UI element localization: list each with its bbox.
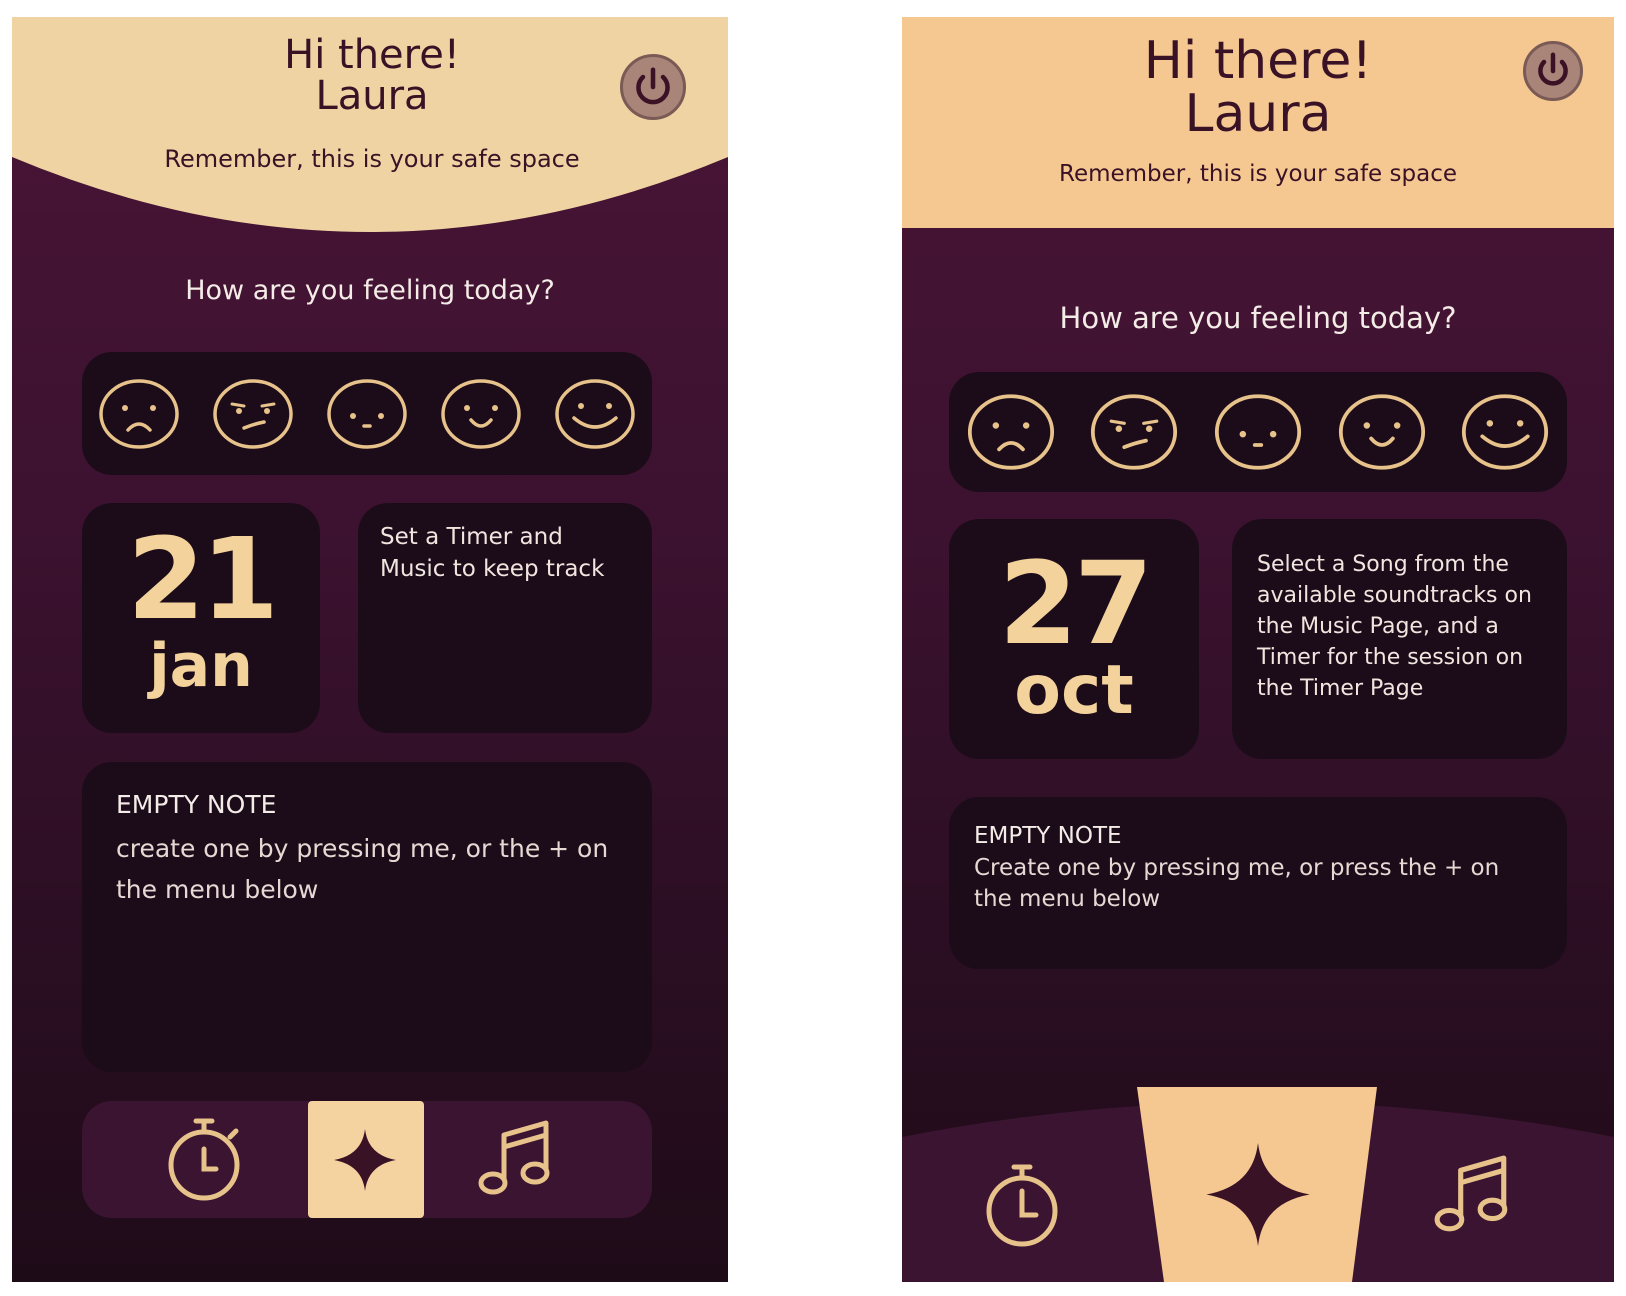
- date-card: 27 oct: [949, 519, 1199, 759]
- greeting-text: Hi there!: [1143, 31, 1373, 91]
- sparkle-icon[interactable]: [332, 1127, 398, 1193]
- very-happy-face-icon[interactable]: [1460, 393, 1550, 471]
- power-icon: [636, 67, 670, 105]
- power-icon: [1538, 52, 1568, 86]
- neutral-face-icon[interactable]: [1213, 393, 1303, 471]
- note-card[interactable]: EMPTY NOTE Create one by pressing me, or…: [949, 797, 1567, 969]
- date-card: 21 jan: [82, 503, 320, 733]
- happy-face-icon[interactable]: [1337, 393, 1427, 471]
- home-screen-variant-b: Hi there! Laura Remember, this is your s…: [902, 17, 1614, 1282]
- date-day: 21: [127, 515, 279, 645]
- neutral-face-icon[interactable]: [326, 378, 408, 450]
- safe-space-subtitle: Remember, this is your safe space: [1059, 161, 1457, 187]
- very-sad-face-icon[interactable]: [98, 378, 180, 450]
- mood-question: How are you feeling today?: [185, 275, 555, 306]
- greeting-text: Hi there!: [284, 32, 460, 78]
- very-happy-face-icon[interactable]: [554, 378, 636, 450]
- very-sad-face-icon[interactable]: [966, 393, 1056, 471]
- mood-question: How are you feeling today?: [1059, 301, 1457, 335]
- note-title: EMPTY NOTE: [974, 823, 1122, 849]
- power-button[interactable]: [620, 54, 686, 120]
- tip-text: Set a Timer and Music to keep track: [380, 524, 605, 582]
- music-note-icon[interactable]: [1432, 1150, 1514, 1240]
- greeting-title: Hi there! Laura: [1008, 34, 1508, 145]
- stopwatch-icon[interactable]: [162, 1115, 246, 1203]
- unsure-face-icon[interactable]: [212, 378, 294, 450]
- power-button[interactable]: [1523, 41, 1583, 101]
- note-card[interactable]: EMPTY NOTE create one by pressing me, or…: [82, 762, 652, 1072]
- home-screen-variant-a: Hi there! Laura Remember, this is your s…: [12, 17, 728, 1282]
- note-body: create one by pressing me, or the + on t…: [116, 834, 609, 904]
- stopwatch-icon[interactable]: [980, 1160, 1064, 1250]
- tip-text: Select a Song from the available soundtr…: [1257, 552, 1532, 701]
- unsure-face-icon[interactable]: [1089, 393, 1179, 471]
- song-timer-tip-card[interactable]: Select a Song from the available soundtr…: [1232, 519, 1567, 759]
- mood-selector: [949, 372, 1567, 492]
- user-name: Laura: [1184, 84, 1332, 145]
- note-body: Create one by pressing me, or press the …: [974, 855, 1500, 912]
- timer-music-tip-card[interactable]: Set a Timer and Music to keep track: [358, 503, 652, 733]
- date-month: jan: [149, 631, 253, 701]
- happy-face-icon[interactable]: [440, 378, 522, 450]
- user-name: Laura: [315, 72, 429, 119]
- sparkle-icon[interactable]: [1203, 1137, 1313, 1252]
- date-month: oct: [1014, 651, 1134, 730]
- music-note-icon[interactable]: [476, 1117, 556, 1201]
- safe-space-subtitle: Remember, this is your safe space: [164, 145, 580, 173]
- bottom-navigation: [82, 1101, 652, 1218]
- greeting-title: Hi there! Laura: [172, 35, 572, 117]
- note-title: EMPTY NOTE: [116, 790, 277, 819]
- mood-selector: [82, 352, 652, 475]
